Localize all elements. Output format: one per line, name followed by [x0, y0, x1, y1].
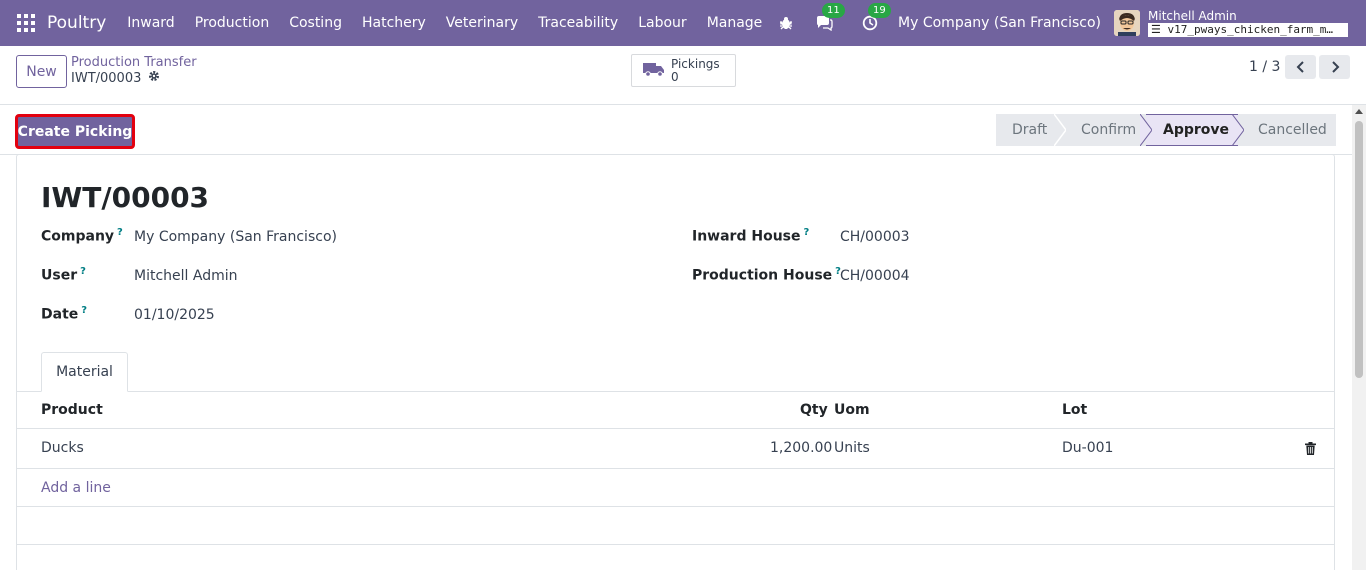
date-field[interactable]: 01/10/2025 — [134, 307, 215, 323]
help-tooltip-icon[interactable]: ? — [81, 305, 87, 316]
menu-inward[interactable]: Inward — [127, 15, 174, 31]
stage-separator — [1140, 114, 1152, 146]
date-label-text: Date — [41, 306, 79, 323]
row-divider — [17, 544, 1334, 545]
add-line-link[interactable]: Add a line — [41, 480, 111, 496]
menu-veterinary[interactable]: Veterinary — [446, 15, 518, 31]
new-button[interactable]: New — [16, 55, 67, 88]
stage-cancelled[interactable]: Cancelled — [1238, 114, 1336, 146]
stage-approve-label: Approve — [1163, 122, 1230, 138]
truck-icon — [643, 61, 665, 81]
inward-house-label-text: Inward House — [692, 228, 801, 245]
app-brand[interactable]: Poultry — [47, 13, 106, 33]
stage-confirm-label: Confirm — [1081, 122, 1137, 138]
pickings-label: Pickings — [671, 56, 720, 71]
row-uom[interactable]: Units — [834, 440, 870, 456]
company-field[interactable]: My Company (San Francisco) — [134, 229, 337, 245]
top-navbar: Poultry Inward Production Costing Hatche… — [0, 0, 1366, 46]
company-label-text: Company — [41, 228, 115, 245]
control-panel: New Production Transfer IWT/00003 Pickin… — [0, 46, 1366, 105]
messages-icon[interactable]: 11 — [814, 3, 845, 33]
scroll-up-arrow-icon[interactable] — [1355, 109, 1363, 114]
company-switcher[interactable]: My Company (San Francisco) — [898, 15, 1101, 31]
stage-separator — [1054, 114, 1066, 146]
pager-previous-button[interactable] — [1285, 55, 1316, 79]
form-statusbar: Create Picking Draft Confirm Approve Can… — [0, 105, 1352, 155]
navbar-systray: 11 19 My Company (San Francisco) Mitchel… — [776, 0, 1366, 46]
column-header-product[interactable]: Product — [41, 402, 103, 418]
help-tooltip-icon[interactable]: ? — [804, 227, 810, 238]
breadcrumb-current-label: IWT/00003 — [71, 70, 142, 86]
stage-separator — [1232, 114, 1244, 146]
gear-icon[interactable] — [148, 70, 160, 86]
row-qty[interactable]: 1,200.00 — [770, 440, 832, 456]
debug-bug-icon[interactable] — [776, 13, 796, 33]
create-picking-button[interactable]: Create Picking — [15, 114, 135, 149]
menu-manage[interactable]: Manage — [707, 15, 763, 31]
production-house-label: Production House? — [692, 266, 841, 284]
menu-hatchery[interactable]: Hatchery — [362, 15, 426, 31]
stage-approve[interactable]: Approve — [1146, 114, 1238, 146]
database-name: ☰ v17_pways_chicken_farm_m… — [1148, 22, 1348, 37]
menu-traceability[interactable]: Traceability — [538, 15, 618, 31]
column-header-uom[interactable]: Uom — [834, 402, 870, 418]
production-house-label-text: Production House — [692, 267, 833, 284]
database-name-text: v17_pways_chicken_farm_m… — [1167, 22, 1334, 36]
row-divider — [17, 428, 1334, 429]
production-house-field[interactable]: CH/00004 — [840, 268, 910, 284]
user-menu[interactable]: Mitchell Admin ☰ v17_pways_chicken_farm_… — [1148, 8, 1348, 37]
form-sheet: IWT/00003 Company? My Company (San Franc… — [16, 154, 1335, 570]
row-divider — [17, 506, 1334, 507]
row-divider — [17, 468, 1334, 469]
tab-divider — [17, 391, 1334, 392]
status-stages: Draft Confirm Approve Cancelled — [996, 114, 1336, 146]
chevron-right-icon — [1331, 61, 1339, 73]
chevron-left-icon — [1296, 61, 1304, 73]
user-name: Mitchell Admin — [1148, 8, 1237, 23]
stage-draft-label: Draft — [1012, 122, 1048, 138]
column-header-lot[interactable]: Lot — [1062, 402, 1087, 418]
messages-count-badge: 11 — [822, 3, 845, 18]
stage-confirm[interactable]: Confirm — [1060, 114, 1146, 146]
pickings-smart-button[interactable]: Pickings 0 — [631, 54, 736, 87]
row-lot[interactable]: Du-001 — [1062, 440, 1113, 456]
scrollbar-thumb[interactable] — [1355, 121, 1363, 378]
pickings-count: 0 — [671, 69, 679, 84]
user-field[interactable]: Mitchell Admin — [134, 268, 238, 284]
date-label: Date? — [41, 305, 87, 323]
user-avatar[interactable] — [1114, 10, 1140, 36]
activity-clock-icon[interactable]: 19 — [860, 3, 891, 33]
inward-house-label: Inward House? — [692, 227, 809, 245]
breadcrumb-parent[interactable]: Production Transfer — [71, 55, 197, 70]
record-title: IWT/00003 — [41, 181, 210, 214]
stage-draft[interactable]: Draft — [996, 114, 1060, 146]
menu-costing[interactable]: Costing — [289, 15, 342, 31]
column-header-qty[interactable]: Qty — [800, 402, 828, 418]
help-tooltip-icon[interactable]: ? — [80, 266, 86, 277]
help-tooltip-icon[interactable]: ? — [117, 227, 123, 238]
row-product[interactable]: Ducks — [41, 440, 84, 456]
breadcrumb-current: IWT/00003 — [71, 70, 160, 86]
pager-next-button[interactable] — [1319, 55, 1350, 79]
activities-count-badge: 19 — [868, 3, 891, 18]
inward-house-field[interactable]: CH/00003 — [840, 229, 910, 245]
pager-value[interactable]: 1 / 3 — [1249, 59, 1280, 75]
company-label: Company? — [41, 227, 123, 245]
tab-material[interactable]: Material — [41, 352, 128, 392]
menu-production[interactable]: Production — [195, 15, 269, 31]
trash-icon[interactable] — [1305, 442, 1316, 459]
user-label: User? — [41, 266, 86, 284]
vertical-scrollbar[interactable] — [1352, 105, 1366, 570]
apps-menu-icon[interactable] — [17, 14, 35, 32]
menu-labour[interactable]: Labour — [638, 15, 686, 31]
stage-cancelled-label: Cancelled — [1258, 122, 1327, 138]
user-label-text: User — [41, 267, 78, 284]
